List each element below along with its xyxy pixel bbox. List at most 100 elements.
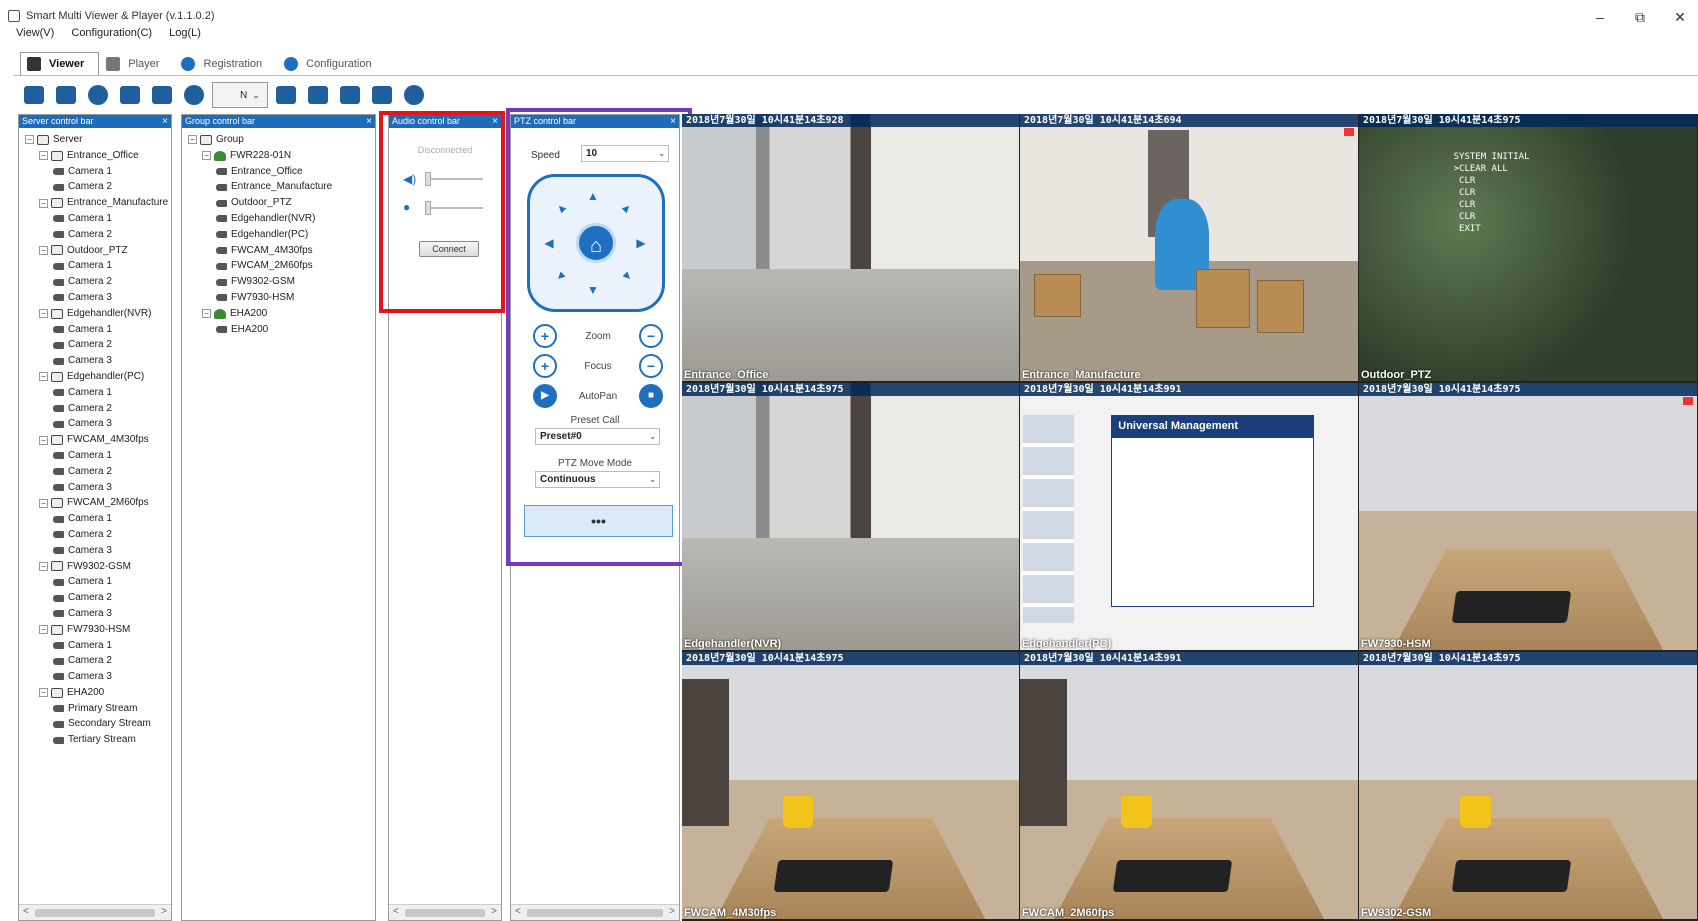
minimize-button[interactable]: – [1580, 6, 1620, 28]
layout-3-button[interactable] [336, 82, 364, 108]
tree-item[interactable]: Camera 1 [25, 638, 171, 654]
refresh-button[interactable] [180, 82, 208, 108]
tree-item[interactable]: Camera 1 [25, 322, 171, 338]
tree-item[interactable]: Camera 1 [25, 164, 171, 180]
tree-item[interactable]: Camera 1 [25, 385, 171, 401]
collapse-icon[interactable]: − [188, 135, 197, 145]
scroll-left-icon[interactable]: < [23, 906, 29, 917]
collapse-icon[interactable]: − [39, 625, 48, 635]
collapse-icon[interactable]: − [39, 245, 48, 255]
layout-2-button[interactable] [304, 82, 332, 108]
tree-item[interactable]: Camera 2 [25, 590, 171, 606]
menu-log[interactable]: Log(L) [169, 27, 201, 39]
tree-item[interactable]: − FWR228-01N [188, 148, 375, 164]
collapse-icon[interactable]: − [39, 151, 48, 161]
scroll-right-icon[interactable]: > [161, 906, 167, 917]
tree-item[interactable]: Camera 1 [25, 511, 171, 527]
tree-item[interactable]: − Entrance_Office [25, 148, 171, 164]
tree-item[interactable]: − FW9302-GSM [25, 559, 171, 575]
scroll-right-icon[interactable]: > [669, 906, 675, 917]
video-tile[interactable]: 2018년7월30일 10시41분14초991 FWCAM_2M60fps [1020, 652, 1359, 921]
info-button[interactable] [400, 82, 428, 108]
tree-item[interactable]: FW9302-GSM [188, 274, 375, 290]
tree-item[interactable]: Camera 2 [25, 527, 171, 543]
menu-configuration[interactable]: Configuration(C) [71, 27, 152, 39]
scroll-left-icon[interactable]: < [515, 906, 521, 917]
tree-item[interactable]: Edgehandler(PC) [188, 227, 375, 243]
tree-item[interactable]: − Group [188, 132, 375, 148]
fullscreen-button[interactable] [368, 82, 396, 108]
tab-viewer[interactable]: Viewer [20, 52, 100, 76]
video-tile[interactable]: 2018년7월30일 10시41분14초975 FW9302-GSM [1359, 652, 1698, 921]
tree-item[interactable]: Camera 1 [25, 448, 171, 464]
tree-item[interactable]: Tertiary Stream [25, 732, 171, 748]
monitor-button-1[interactable] [20, 82, 48, 108]
scroll-right-icon[interactable]: > [491, 906, 497, 917]
tree-item[interactable]: Camera 2 [25, 274, 171, 290]
collapse-icon[interactable]: − [39, 688, 48, 698]
collapse-icon[interactable]: − [39, 435, 48, 445]
tree-item[interactable]: Camera 1 [25, 211, 171, 227]
display-button[interactable] [148, 82, 176, 108]
collapse-icon[interactable]: − [25, 135, 34, 145]
tree-item[interactable]: Entrance_Office [188, 164, 375, 180]
tree-item[interactable]: FW7930-HSM [188, 290, 375, 306]
tree-item[interactable]: EHA200 [188, 322, 375, 338]
close-icon[interactable]: × [366, 115, 372, 128]
tree-item[interactable]: Secondary Stream [25, 716, 171, 732]
tree-item[interactable]: Camera 3 [25, 606, 171, 622]
tree-item[interactable]: Camera 3 [25, 416, 171, 432]
tree-item[interactable]: Outdoor_PTZ [188, 195, 375, 211]
tree-item[interactable]: Camera 3 [25, 669, 171, 685]
collapse-icon[interactable]: − [39, 498, 48, 508]
tree-item[interactable]: Camera 2 [25, 179, 171, 195]
scroll-thumb[interactable] [527, 909, 663, 917]
scroll-thumb[interactable] [405, 909, 485, 917]
tree-item[interactable]: Camera 3 [25, 290, 171, 306]
tree-item[interactable]: − EHA200 [188, 306, 375, 322]
tree-item[interactable]: − EHA200 [25, 685, 171, 701]
horizontal-scrollbar[interactable]: < > [389, 904, 501, 920]
tree-item[interactable]: Camera 2 [25, 401, 171, 417]
collapse-icon[interactable]: − [39, 309, 48, 319]
scroll-left-icon[interactable]: < [393, 906, 399, 917]
video-tile[interactable]: 2018년7월30일 10시41분14초975 FW7930-HSM [1359, 383, 1698, 652]
tree-item[interactable]: Entrance_Manufacture [188, 179, 375, 195]
scroll-thumb[interactable] [35, 909, 155, 917]
tree-item[interactable]: Edgehandler(NVR) [188, 211, 375, 227]
video-tile[interactable]: 2018년7월30일 10시41분14초975 Edgehandler(NVR) [682, 383, 1020, 652]
horizontal-scrollbar[interactable]: < > [19, 904, 171, 920]
tree-item[interactable]: − Outdoor_PTZ [25, 243, 171, 259]
stop-button[interactable] [84, 82, 112, 108]
layout-select[interactable]: N ⌄ [212, 82, 919, 218]
collapse-icon[interactable]: − [39, 372, 48, 382]
close-icon[interactable]: × [162, 115, 168, 128]
tree-item[interactable]: − Edgehandler(PC) [25, 369, 171, 385]
tree-item[interactable]: − Edgehandler(NVR) [25, 306, 171, 322]
tree-item[interactable]: Camera 1 [25, 258, 171, 274]
tab-player[interactable]: Player [99, 52, 174, 76]
tree-item[interactable]: Camera 2 [25, 464, 171, 480]
tree-item[interactable]: Camera 2 [25, 337, 171, 353]
menu-view[interactable]: View(V) [16, 27, 54, 39]
tree-item[interactable]: − Entrance_Manufacture [25, 195, 171, 211]
tree-item[interactable]: − Server [25, 132, 171, 148]
video-tile[interactable]: 2018년7월30일 10시41분14초975 FWCAM_4M30fps [682, 652, 1020, 921]
collapse-icon[interactable]: − [202, 309, 211, 319]
tree-item[interactable]: Camera 1 [25, 574, 171, 590]
tree-item[interactable]: FWCAM_2M60fps [188, 258, 375, 274]
collapse-icon[interactable]: − [202, 151, 211, 161]
tree-item[interactable]: − FWCAM_4M30fps [25, 432, 171, 448]
tree-item[interactable]: Camera 3 [25, 480, 171, 496]
collapse-icon[interactable]: − [39, 198, 48, 208]
tree-item[interactable]: Camera 3 [25, 543, 171, 559]
video-tile[interactable]: Universal Management 2018년7월30일 10시41분14초… [1020, 383, 1359, 652]
tree-item[interactable]: Camera 3 [25, 353, 171, 369]
tree-item[interactable]: Camera 2 [25, 653, 171, 669]
horizontal-scrollbar[interactable]: < > [511, 904, 679, 920]
audio-button[interactable] [116, 82, 144, 108]
monitor-button-2[interactable] [52, 82, 80, 108]
tree-item[interactable]: Primary Stream [25, 701, 171, 717]
close-button[interactable]: ✕ [1660, 6, 1698, 28]
maximize-button[interactable]: ⧉ [1620, 6, 1660, 28]
